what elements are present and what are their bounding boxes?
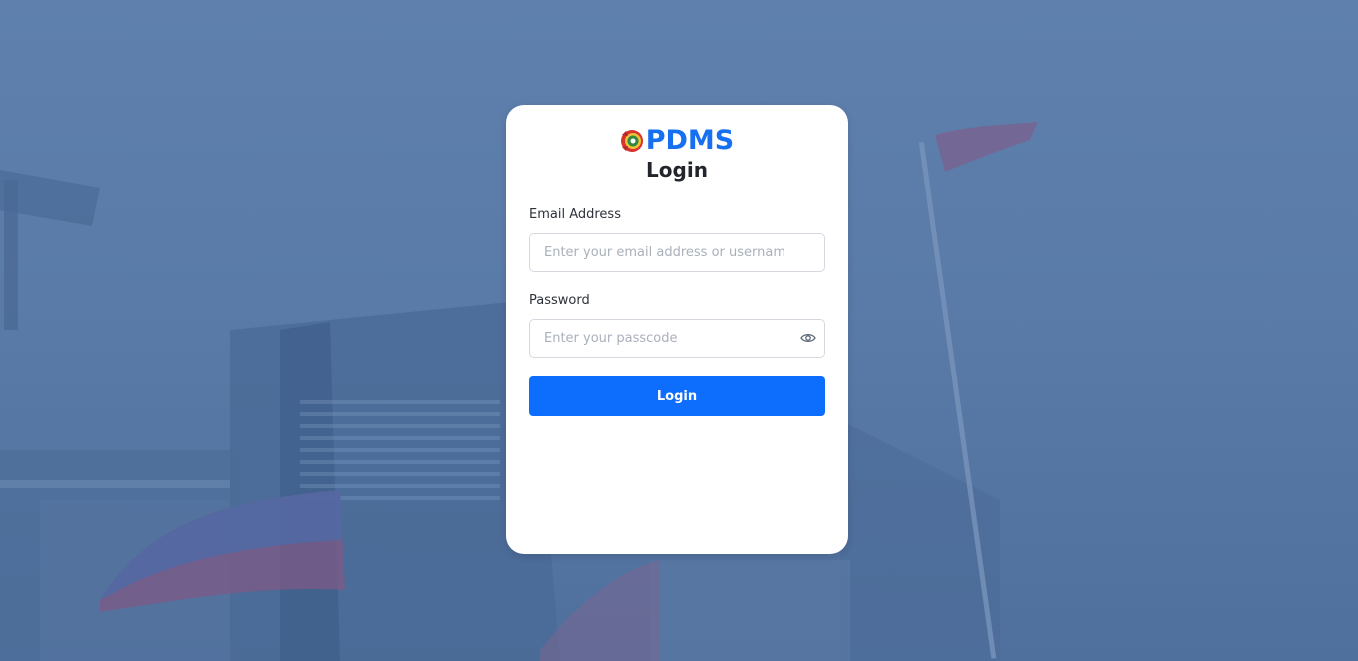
brand-header: PDMS [506,127,848,155]
login-card: PDMS Login Email Address Password Login [506,105,848,554]
pnp-seal-icon [620,130,643,152]
password-field[interactable] [529,319,825,358]
eye-icon[interactable] [800,331,816,345]
email-label: Email Address [529,207,621,222]
password-label: Password [529,293,590,308]
login-button[interactable]: Login [529,376,825,416]
page-title: Login [646,158,708,182]
brand-name: PDMS [645,125,735,156]
email-field[interactable] [529,233,825,272]
